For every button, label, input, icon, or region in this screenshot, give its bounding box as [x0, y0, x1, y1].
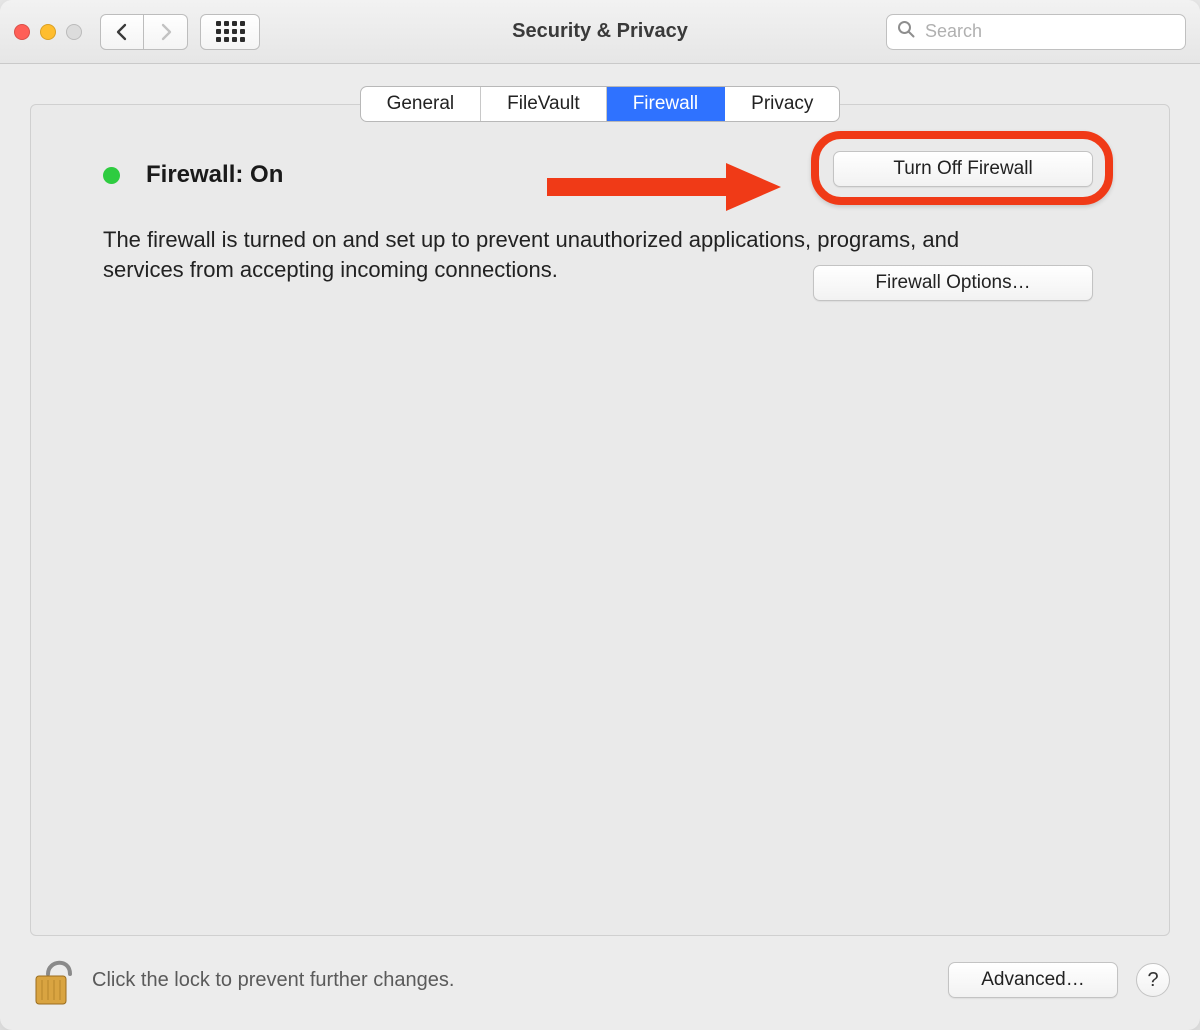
status-indicator-icon — [103, 167, 120, 184]
tab-bar: General FileVault Firewall Privacy — [360, 86, 841, 122]
grid-icon — [216, 21, 245, 42]
footer: Click the lock to prevent further change… — [30, 948, 1170, 1012]
tab-privacy[interactable]: Privacy — [725, 87, 839, 121]
lock-button[interactable] — [30, 952, 74, 1008]
firewall-options-row: Firewall Options… — [813, 265, 1093, 301]
arrow-right-icon — [541, 159, 781, 215]
chevron-left-icon — [115, 23, 129, 41]
tab-general[interactable]: General — [361, 87, 482, 121]
unlocked-lock-icon — [30, 952, 74, 1008]
zoom-window-button[interactable] — [66, 24, 82, 40]
back-button[interactable] — [100, 14, 144, 50]
content-area: General FileVault Firewall Privacy Firew… — [0, 64, 1200, 1030]
close-window-button[interactable] — [14, 24, 30, 40]
forward-button[interactable] — [144, 14, 188, 50]
tab-filevault[interactable]: FileVault — [481, 87, 607, 121]
footer-right: Advanced… ? — [948, 962, 1170, 998]
chevron-right-icon — [159, 23, 173, 41]
turn-off-container: Turn Off Firewall — [833, 151, 1093, 187]
search-field-container — [886, 14, 1186, 50]
help-button[interactable]: ? — [1136, 963, 1170, 997]
search-input[interactable] — [923, 20, 1175, 43]
search-field[interactable] — [886, 14, 1186, 50]
help-icon: ? — [1147, 969, 1158, 992]
tabs-container: General FileVault Firewall Privacy — [30, 86, 1170, 124]
show-all-preferences-button[interactable] — [200, 14, 260, 50]
annotation-arrow — [541, 159, 781, 220]
annotation-highlight — [811, 131, 1113, 205]
titlebar: Security & Privacy — [0, 0, 1200, 64]
firewall-pane: Firewall: On The firewall is turned on a… — [30, 104, 1170, 936]
window-controls — [14, 24, 82, 40]
navigation-buttons — [100, 14, 188, 50]
preferences-window: Security & Privacy General FileVault Fir… — [0, 0, 1200, 1030]
firewall-options-button[interactable]: Firewall Options… — [813, 265, 1093, 301]
search-icon — [897, 20, 915, 43]
firewall-status-label: Firewall: On — [146, 161, 283, 189]
minimize-window-button[interactable] — [40, 24, 56, 40]
lock-hint-text: Click the lock to prevent further change… — [92, 969, 454, 992]
tab-firewall[interactable]: Firewall — [607, 87, 725, 121]
advanced-button[interactable]: Advanced… — [948, 962, 1118, 998]
